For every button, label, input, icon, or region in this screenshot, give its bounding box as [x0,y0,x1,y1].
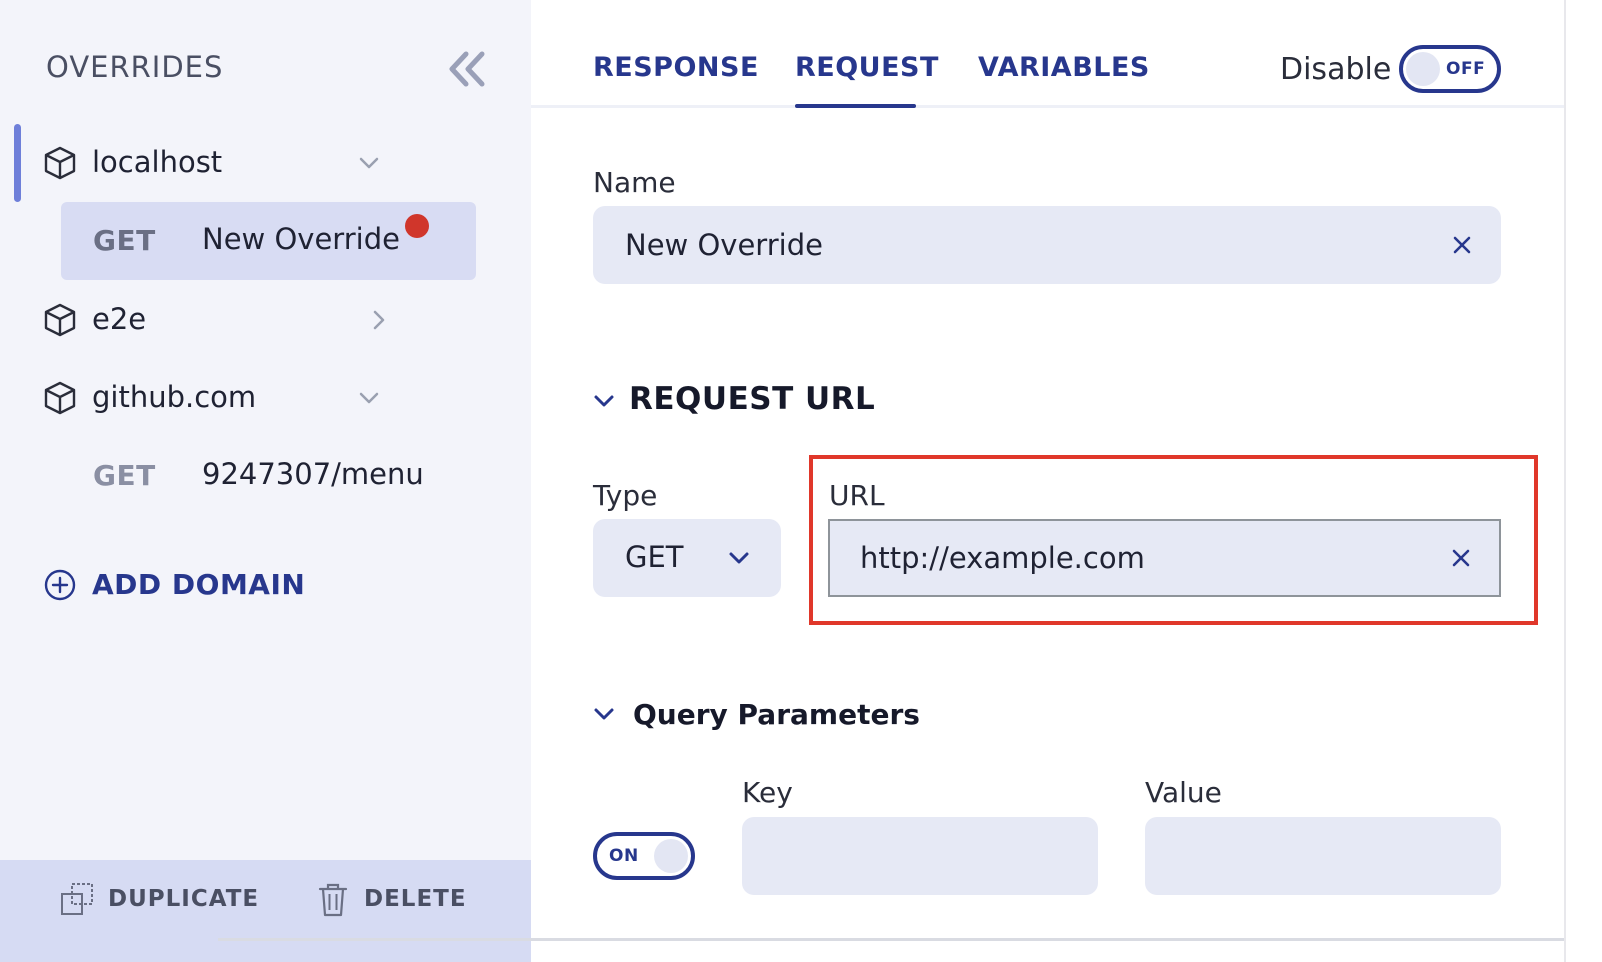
active-domain-indicator [14,124,21,202]
sidebar-title: OVERRIDES [46,50,224,84]
route-method: GET [93,224,156,257]
toggle-knob [654,839,688,873]
tab-request[interactable]: REQUEST [795,52,939,83]
domain-item-localhost[interactable]: localhost [44,138,444,188]
route-method: GET [93,459,156,492]
url-input[interactable] [860,521,1396,595]
name-label: Name [593,166,676,199]
query-param-toggle[interactable]: ON [593,832,695,880]
plus-circle-icon [44,569,76,601]
name-input[interactable] [625,206,1352,284]
toggle-state-label: ON [609,846,639,866]
domain-item-e2e[interactable]: e2e [44,295,444,345]
name-field [593,206,1501,284]
domain-item-github[interactable]: github.com [44,373,444,423]
chevron-down-icon[interactable] [356,385,382,411]
route-item-menu[interactable]: GET 9247307/menu [61,437,476,515]
tab-bar: RESPONSE REQUEST VARIABLES Disable OFF [531,0,1564,108]
cube-icon [44,381,76,415]
domain-label: e2e [92,302,147,336]
chevron-down-icon[interactable] [593,703,615,725]
chevron-down-icon [729,552,749,564]
cube-icon [44,303,76,337]
type-label: Type [593,479,658,512]
chevron-down-icon[interactable] [593,390,615,412]
value-field [1145,817,1501,895]
method-select[interactable]: GET [593,519,781,597]
toggle-state-label: OFF [1446,59,1486,79]
domain-label: localhost [92,145,223,179]
disable-toggle[interactable]: OFF [1399,45,1501,93]
toggle-knob [1406,52,1440,86]
value-label: Value [1145,776,1222,809]
duplicate-button[interactable]: DUPLICATE [60,882,258,918]
query-params-section-title: Query Parameters [633,698,920,731]
domain-label: github.com [92,380,257,414]
tab-response[interactable]: RESPONSE [593,52,759,83]
collapse-sidebar-icon[interactable] [446,48,490,90]
request-url-section-title: REQUEST URL [629,381,876,417]
clear-url-icon[interactable] [1447,544,1475,572]
scrollbar[interactable] [1564,0,1602,962]
route-name: 9247307/menu [202,457,424,491]
delete-label: DELETE [364,886,467,912]
sidebar-footer: DUPLICATE DELETE [0,860,531,962]
unsaved-indicator-dot [405,214,429,238]
delete-button[interactable]: DELETE [316,882,466,918]
url-field [828,519,1501,597]
active-tab-indicator [795,104,916,108]
sidebar: OVERRIDES localhost GET New Override e2e [0,0,531,962]
key-field [742,817,1098,895]
chevron-right-icon[interactable] [366,307,392,333]
value-input[interactable] [1177,817,1462,895]
cube-icon [44,146,76,180]
method-select-value: GET [625,540,684,574]
add-domain-label: ADD DOMAIN [92,568,306,601]
clear-name-icon[interactable] [1448,231,1476,259]
bottom-divider [218,938,1564,941]
key-label: Key [742,776,793,809]
url-label: URL [829,479,885,512]
duplicate-icon [61,883,93,915]
main-panel: RESPONSE REQUEST VARIABLES Disable OFF N… [531,0,1564,962]
route-name: New Override [202,222,400,256]
disable-label: Disable [1280,52,1392,87]
chevron-down-icon[interactable] [356,150,382,176]
route-item-new-override[interactable]: GET New Override [61,202,476,280]
key-input[interactable] [774,817,1059,895]
add-domain-button[interactable]: ADD DOMAIN [44,564,344,606]
duplicate-label: DUPLICATE [108,886,260,912]
trash-icon [318,883,348,917]
tab-variables[interactable]: VARIABLES [978,52,1150,83]
